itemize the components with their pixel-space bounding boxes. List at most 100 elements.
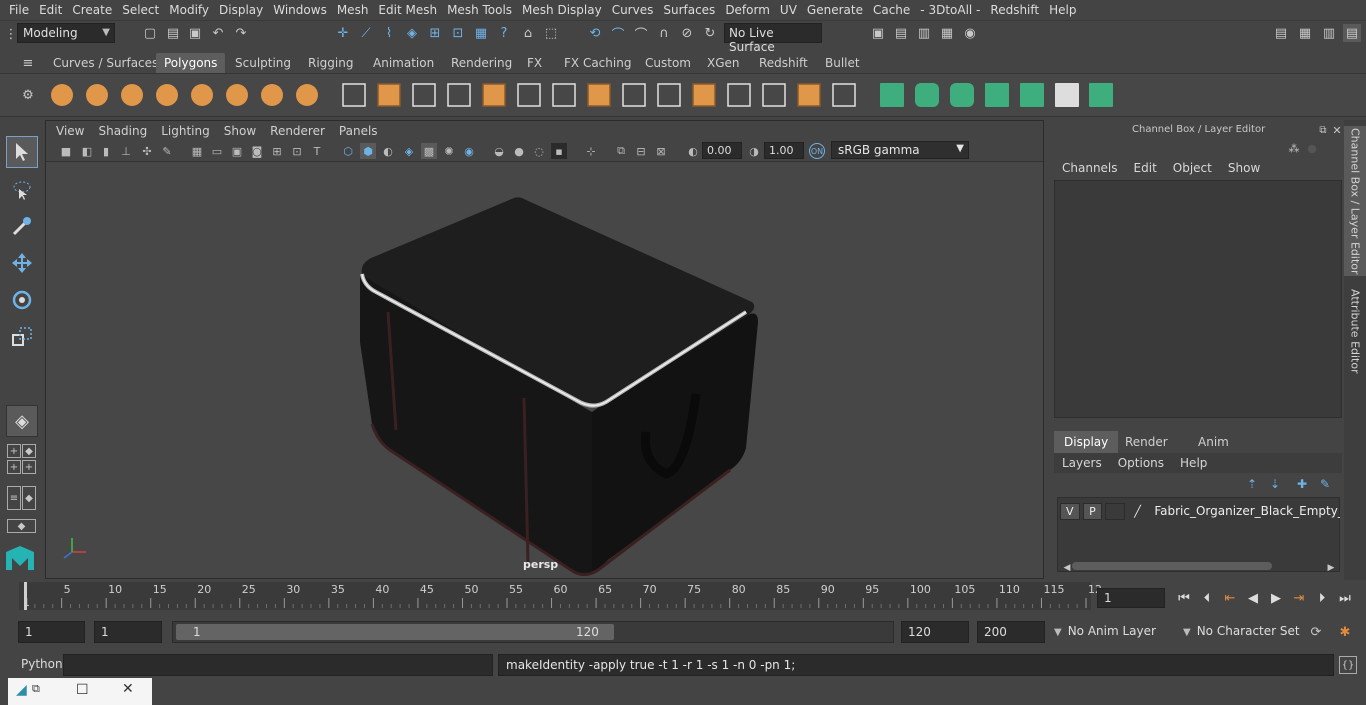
shelf-tab-curves-surfaces[interactable]: Curves / Surfaces [45,53,166,73]
script-editor-icon[interactable]: {} [1339,656,1357,674]
scroll-right-icon[interactable]: ▶ [1322,559,1340,577]
color-management-icon[interactable]: ON [809,143,825,159]
layer-tab-display[interactable]: Display [1054,431,1119,453]
resolution-gate-icon[interactable]: ▣ [229,143,245,159]
tab-channel-box[interactable]: Channel Box / Layer Editor [1344,126,1366,276]
snap-view-icon[interactable]: ▦ [472,24,490,42]
channel-box-menu-edit[interactable]: Edit [1126,161,1165,179]
viewport-menu-view[interactable]: View [49,124,91,138]
render-settings-icon[interactable]: ▦ [938,24,956,42]
exposure-icon[interactable]: ◐ [685,143,701,159]
channel-box-menu-object[interactable]: Object [1165,161,1220,179]
poly-pyramid-icon[interactable] [261,84,283,106]
shadows-icon[interactable]: ✺ [441,143,457,159]
merge-icon[interactable] [727,83,751,107]
isolate-select-icon[interactable]: ⊹ [583,143,599,159]
scroll-left-icon[interactable]: ◀ [1058,559,1076,577]
animation-end-field[interactable]: 200 [977,621,1045,643]
tab-attribute-editor[interactable]: Attribute Editor [1344,286,1366,376]
layout-side-alt-icon[interactable]: ◆ [22,486,36,510]
anti-alias-icon[interactable]: ◌ [531,143,547,159]
menu-surfaces[interactable]: Surfaces [658,3,720,17]
auto-key-icon[interactable]: ⟳ [1307,623,1325,641]
soft-mod-icon[interactable]: ◈ [6,405,38,437]
extrude-icon[interactable] [587,83,611,107]
scrollbar-thumb[interactable] [1072,562,1272,570]
layer-menu-options[interactable]: Options [1110,456,1172,470]
step-forward-key-icon[interactable]: ⇥ [1289,588,1309,608]
menu-help[interactable]: Help [1044,3,1081,17]
range-slider[interactable]: 1 120 [172,621,894,643]
menu-deform[interactable]: Deform [720,3,775,17]
shelf-tab-sculpting[interactable]: Sculpting [227,53,299,73]
menu-cache[interactable]: Cache [868,3,915,17]
snap-point-icon[interactable]: ⊡ [449,24,467,42]
multicut-icon[interactable] [552,83,576,107]
poly-sphere-icon[interactable] [51,84,73,106]
menu-redshift[interactable]: Redshift [985,3,1044,17]
go-to-start-icon[interactable]: ⏮ [1174,588,1194,608]
bevel-icon[interactable] [622,83,646,107]
fill-hole-icon[interactable] [692,83,716,107]
shelf-tab-polygons[interactable]: Polygons [156,53,226,73]
magnet-icon[interactable]: ⌂ [519,24,537,42]
layout-bottom-icon[interactable]: ◆ [7,519,36,533]
unfold-icon[interactable] [985,83,1009,107]
safe-action-icon[interactable]: ⊡ [289,143,305,159]
wireframe-icon[interactable]: ⬡ [340,143,356,159]
wireframe-on-shaded-icon[interactable]: ◐ [380,143,396,159]
combine-icon[interactable] [342,83,366,107]
film-gate-icon[interactable]: ▭ [209,143,225,159]
mirror-icon[interactable] [762,83,786,107]
camera-select-icon[interactable]: ■ [58,143,74,159]
move-tool-icon[interactable] [6,247,38,279]
select-component-icon[interactable]: ⌇ [380,24,398,42]
anim-layer-select[interactable]: ▼ No Anim Layer [1050,621,1160,643]
uv-editor-icon[interactable] [880,83,904,107]
viewport-menu-panels[interactable]: Panels [332,124,385,138]
shelf-tab-fx-caching[interactable]: FX Caching [556,53,639,73]
layer-tab-anim[interactable]: Anim [1188,431,1239,453]
redo-icon[interactable]: ↷ [232,24,250,42]
viewport-menu-lighting[interactable]: Lighting [154,124,217,138]
layer-row[interactable]: V P ╱ Fabric_Organizer_Black_Empty_001_l… [1060,501,1340,521]
layer-visibility-toggle[interactable]: V [1060,502,1080,520]
depth-of-field-icon[interactable]: ▪ [551,143,567,159]
menu-generate[interactable]: Generate [802,3,868,17]
layer-display-type[interactable] [1105,502,1125,520]
layer-playback-toggle[interactable]: P [1082,502,1103,520]
menu-mesh-display[interactable]: Mesh Display [517,3,607,17]
image-plane-icon[interactable]: ⊥ [118,143,134,159]
channel-box-toggle-icon[interactable]: ▤ [1343,24,1361,42]
animation-start-field[interactable]: 1 [18,621,85,643]
new-layer-icon[interactable]: ✚ [1293,475,1311,493]
viewport-menu-show[interactable]: Show [217,124,263,138]
maximize-icon[interactable]: ☐ [76,682,89,698]
current-frame-field[interactable]: 1 [1097,588,1165,608]
layout-four-icon[interactable]: + [7,460,21,474]
layer-menu-layers[interactable]: Layers [1054,456,1110,470]
layout-toggle-icon[interactable]: ◆ [22,444,36,458]
new-layer-selected-icon[interactable]: ✎ [1316,475,1334,493]
exposure-field[interactable]: 0.00 [702,142,742,159]
smooth-icon[interactable] [447,83,471,107]
xray-icon[interactable]: ◉ [461,143,477,159]
shelf-tab-redshift[interactable]: Redshift [751,53,816,73]
shelf-tab-custom[interactable]: Custom [637,53,699,73]
viewport-menu-shading[interactable]: Shading [91,124,154,138]
snap-grid-icon[interactable]: ◈ [403,24,421,42]
select-object-icon[interactable]: ⟋ [357,24,375,42]
append-icon[interactable] [657,83,681,107]
smooth-shade-icon[interactable]: ⬢ [360,143,376,159]
layout-four-alt-icon[interactable]: + [22,460,36,474]
poly-torus-icon[interactable] [226,84,248,106]
cut-uv-icon[interactable] [1020,83,1044,107]
layer-horizontal-scrollbar[interactable] [1066,561,1336,571]
mode-select[interactable]: Modeling ▼ [17,23,115,43]
target-weld-icon[interactable] [797,83,821,107]
make-live-icon[interactable]: ⊘ [678,24,696,42]
menu-create[interactable]: Create [67,3,117,17]
shelf-tab-xgen[interactable]: XGen [699,53,748,73]
snap-curve-icon[interactable]: ⊞ [426,24,444,42]
safe-title-icon[interactable]: T [309,143,325,159]
